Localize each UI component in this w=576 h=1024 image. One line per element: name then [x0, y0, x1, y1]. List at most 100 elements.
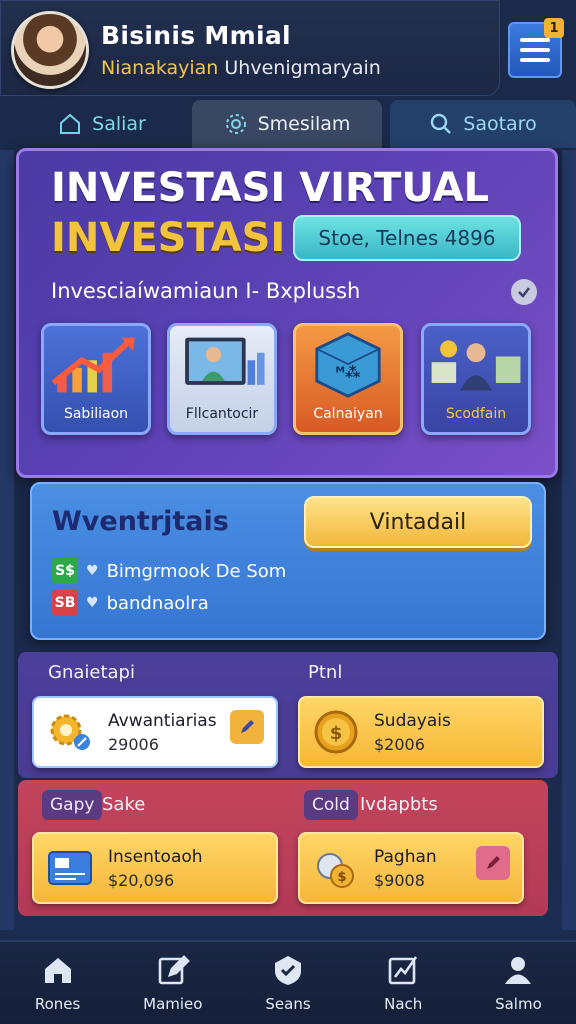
cube-icon: ᴹ⁂ [315, 332, 381, 398]
home-icon [44, 958, 71, 983]
app-subtitle-highlight: Nianakayian [101, 57, 219, 79]
gear-icon [225, 114, 246, 134]
portfolio-section: Gnaietapi Ptnl Avwantiarias 29006 $ Suda… [18, 652, 558, 778]
holding-name: Insentoaoh [108, 846, 203, 867]
svg-text:$: $ [330, 723, 343, 744]
feature-card[interactable]: ᴹ⁂ Calnaiyan [293, 323, 403, 435]
nav-label: Rones [34, 995, 81, 1013]
menu-button[interactable]: 1 [508, 18, 564, 78]
svg-text:$: $ [337, 870, 346, 885]
section-label-left: Gnaietapi [48, 662, 135, 683]
asset-value: 29006 [108, 734, 159, 754]
investment-description: Invesciaíwamiaun I- Bxplussh [51, 279, 361, 303]
tab-label: Smesilam [257, 113, 351, 135]
growth-chart-icon [51, 337, 135, 393]
search-icon [431, 113, 452, 134]
edit-button[interactable] [230, 710, 264, 744]
asset-card[interactable]: Avwantiarias 29006 [32, 696, 278, 768]
tab-bar: Saliar Smesilam Saotaro [0, 100, 576, 148]
virtual-line-text: bandnaolra [106, 592, 209, 614]
nav-rones[interactable]: Rones [0, 942, 115, 1024]
app-header: Bisinis Mmial Nianakayian Uhvenigmaryain [0, 0, 500, 96]
tab-saliar[interactable]: Saliar [22, 100, 182, 148]
nav-seans[interactable]: Seans [230, 942, 345, 1024]
section-label-left: Sake [102, 794, 146, 815]
gear-coin-icon [50, 714, 90, 750]
tab-smesilam[interactable]: Smesilam [192, 100, 382, 148]
investment-subtitle: INVESTASI [51, 215, 286, 261]
heart-check-icon: ♥ [86, 595, 99, 611]
heart-check-icon: ♥ [86, 563, 99, 579]
tab-label: Saliar [92, 113, 146, 135]
virtual-title: Wventrjtais [52, 506, 229, 537]
nav-nach[interactable]: Nach [346, 942, 461, 1024]
menu-icon [520, 38, 550, 42]
holding-card[interactable]: Insentoaoh $20,096 [32, 832, 278, 904]
pencil-icon [241, 720, 254, 733]
virtual-line[interactable]: S$ ♥ Bimgrmook De Som [52, 558, 286, 584]
businessman-money-icon [431, 340, 521, 391]
nav-label: Mamieo [143, 995, 203, 1013]
shield-icon [275, 956, 301, 985]
svg-text:ᴹ⁂: ᴹ⁂ [336, 363, 361, 381]
tab-saotaro[interactable]: Saotaro [390, 100, 576, 148]
money-badge-icon: S$ [52, 558, 78, 584]
feature-label: Fllcantocir [185, 406, 259, 422]
virtual-line[interactable]: SB ♥ bandnaolra [52, 590, 209, 616]
feature-row: Sabiliaon Fllcantocir ᴹ⁂ Calnaiyan Scodf… [19, 323, 555, 439]
check-icon[interactable] [511, 279, 537, 305]
investment-title: INVESTASI VIRTUAL [51, 165, 490, 211]
stats-pill[interactable]: Stoe, Telnes 4896 [293, 215, 521, 261]
notification-badge: 1 [544, 18, 564, 38]
virtual-button[interactable]: Vintadail [304, 496, 532, 548]
asset-value: $2006 [374, 734, 425, 754]
edit-button[interactable] [476, 846, 510, 880]
user-icon [505, 957, 532, 984]
holdings-section: Gapy Sake Cold Ivdapbts Insentoaoh $20,0… [18, 780, 548, 916]
computer-user-icon [185, 337, 265, 385]
chart-edit-icon [388, 956, 418, 985]
holding-value: $9008 [374, 870, 425, 890]
side-panel-right [562, 150, 576, 930]
menu-icon-bar [520, 48, 550, 52]
pencil-icon [487, 856, 500, 869]
feature-label: Sabiliaon [63, 406, 129, 422]
feature-label: Scodfain [445, 406, 507, 422]
nav-label: Seans [265, 995, 311, 1013]
bottom-nav: Rones Mamieo Seans Nach Salmo [0, 940, 576, 1024]
virtual-line-text: Bimgrmook De Som [106, 560, 287, 582]
holding-value: $20,096 [108, 870, 175, 890]
gold-coin-icon: $ [314, 710, 358, 754]
nav-label: Salmo [495, 995, 542, 1013]
section-label-right: Ivdapbts [360, 794, 438, 815]
feature-label: Calnaiyan [313, 406, 383, 422]
edit-icon [158, 955, 190, 985]
asset-name: Avwantiarias [108, 710, 217, 731]
menu-icon-bar [520, 58, 550, 62]
feature-card[interactable]: Fllcantocir [167, 323, 277, 435]
side-panel-left [0, 150, 14, 930]
section-tag-right[interactable]: Cold [304, 790, 358, 820]
avatar[interactable] [11, 11, 89, 89]
holding-card[interactable]: $ Paghan $9008 [298, 832, 524, 904]
asset-name: Sudayais [374, 710, 451, 731]
section-label-right: Ptnl [308, 662, 343, 683]
nav-salmo[interactable]: Salmo [461, 942, 576, 1024]
investment-card: INVESTASI VIRTUAL INVESTASI Stoe, Telnes… [16, 148, 558, 478]
certificate-icon [48, 851, 92, 885]
nav-mamieo[interactable]: Mamieo [115, 942, 230, 1024]
feature-card[interactable]: Scodfain [421, 323, 531, 435]
app-subtitle-rest: Uhvenigmaryain [224, 57, 381, 79]
tab-label: Saotaro [463, 113, 537, 135]
money-badge-icon: SB [52, 590, 78, 616]
asset-card[interactable]: $ Sudayais $2006 [298, 696, 544, 768]
section-tag-left[interactable]: Gapy [42, 790, 103, 820]
app-subtitle: Nianakayian Uhvenigmaryain [101, 57, 381, 79]
feature-card[interactable]: Sabiliaon [41, 323, 151, 435]
coin-bag-icon: $ [317, 853, 354, 888]
home-icon [60, 113, 81, 134]
app-title: Bisinis Mmial [101, 21, 291, 50]
nav-label: Nach [384, 995, 423, 1013]
virtual-card: Wventrjtais Vintadail S$ ♥ Bimgrmook De … [30, 482, 546, 640]
holding-name: Paghan [374, 846, 437, 867]
